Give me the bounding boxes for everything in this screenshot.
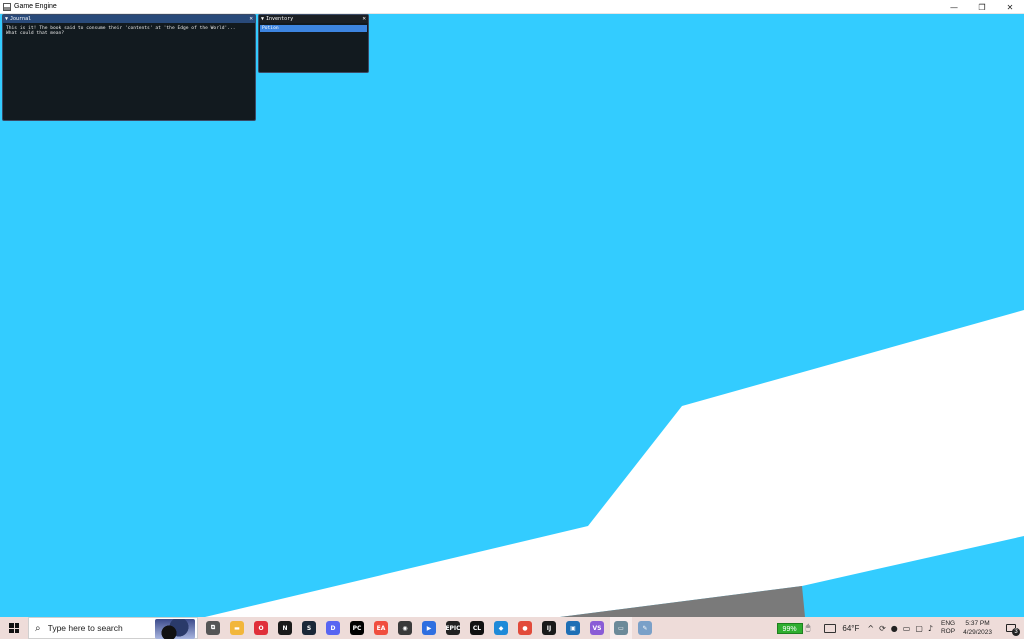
vscode-icon: ◆ — [494, 621, 508, 635]
taskbar-app-button[interactable]: S — [298, 617, 320, 639]
ea-icon: EA — [374, 621, 388, 635]
windows-logo-icon — [9, 623, 19, 633]
search-icon: ⌕ — [35, 622, 41, 634]
notification-count: 3 — [1012, 628, 1020, 636]
taskbar-app-button[interactable]: VS — [586, 617, 608, 639]
taskbar-app-button[interactable]: IJ — [538, 617, 560, 639]
taskbar-app-button[interactable]: ● — [514, 617, 536, 639]
pinned-apps: ⧉ ▬ O N S D PC EA ◉ ▶ EPIC CL ◆ ● IJ ▣ VS ▭ ✎ — [202, 617, 658, 639]
battery-status[interactable]: 99% — [776, 622, 803, 634]
taskbar-app-button[interactable]: N — [274, 617, 296, 639]
inventory-window[interactable]: ▼ Inventory ✕ Potion — [258, 14, 369, 73]
taskbar-app-button[interactable]: EA — [370, 617, 392, 639]
search-highlight-image[interactable] — [155, 619, 195, 639]
pycharm-icon: PC — [350, 621, 364, 635]
taskbar-app-button[interactable]: PC — [346, 617, 368, 639]
start-button[interactable] — [0, 617, 28, 639]
taskbar-app-button[interactable]: ▭ — [610, 617, 632, 639]
inventory-title: Inventory — [266, 16, 294, 22]
chrome-icon: ● — [518, 621, 532, 635]
journal-window[interactable]: ▼ Journal ✕ This is it! The book said to… — [2, 14, 256, 121]
taskbar-app-button[interactable]: ▬ — [226, 617, 248, 639]
taskbar-app-button[interactable]: ▶ — [418, 617, 440, 639]
close-button[interactable]: ✕ — [996, 0, 1024, 14]
taskbar-search[interactable]: ⌕ — [28, 617, 198, 639]
weather-widget[interactable]: 64°F — [824, 623, 860, 633]
paint-icon: ✎ — [638, 621, 652, 635]
clock[interactable]: 5:37 PM 4/29/2023 — [963, 619, 992, 637]
task-view-icon: ⧉ — [206, 621, 220, 635]
window-controls: — ❐ ✕ — [940, 0, 1024, 14]
intellij-icon: IJ — [542, 621, 556, 635]
nvidia-icon: N — [278, 621, 292, 635]
journal-titlebar[interactable]: ▼ Journal ✕ — [3, 15, 255, 23]
taskbar-app-button[interactable]: D — [322, 617, 344, 639]
search-input[interactable] — [47, 623, 148, 633]
taskbar-app-button[interactable]: ✎ — [634, 617, 656, 639]
opera-icon: O — [254, 621, 268, 635]
file-explorer-icon: ▬ — [230, 621, 244, 635]
journal-close-icon[interactable]: ✕ — [249, 15, 253, 23]
network-icon[interactable]: ▢ — [915, 624, 923, 633]
inventory-close-icon[interactable]: ✕ — [362, 15, 366, 23]
weather-icon — [824, 623, 837, 633]
taskbar: ⌕ ⧉ ▬ ONSD PC EA ◉ ▶ EPIC CL ◆ ● IJ ▣ VS ▭ ✎ 99% 🖱 64°F… — [0, 617, 1024, 639]
taskbar-app-button[interactable]: ◉ — [394, 617, 416, 639]
battery-icon[interactable]: ▭ — [903, 624, 911, 633]
temperature: 64°F — [842, 623, 860, 633]
epic-games-icon: EPIC — [445, 621, 461, 635]
obs-icon: ◉ — [398, 621, 412, 635]
discord-icon: D — [326, 621, 340, 635]
volume-icon[interactable]: ♪ — [928, 624, 933, 633]
taskbar-app-button[interactable]: O — [250, 617, 272, 639]
running-app-icon: ▭ — [614, 621, 628, 635]
pen-icon[interactable]: 🖱 — [806, 623, 811, 633]
keyboard-layout: ROP — [940, 628, 956, 635]
notifications-button[interactable]: 3 — [1004, 621, 1020, 636]
game-engine-app-icon: ▣ — [566, 621, 580, 635]
inventory-titlebar[interactable]: ▼ Inventory ✕ — [259, 15, 368, 23]
show-hidden-icons-chevron-icon[interactable]: ^ — [867, 624, 874, 633]
clion-icon: CL — [470, 621, 484, 635]
language-indicator[interactable]: ENG ROP — [941, 620, 955, 636]
inventory-item-potion[interactable]: Potion — [260, 25, 367, 32]
taskbar-app-button[interactable]: ◆ — [490, 617, 512, 639]
visual-studio-icon: VS — [590, 621, 604, 635]
white-ice-shelf — [205, 310, 1024, 617]
microphone-icon[interactable]: ● — [891, 624, 898, 633]
window-title: Game Engine — [14, 3, 57, 10]
sync-icon[interactable]: ⟳ — [879, 624, 886, 633]
journal-title: Journal — [10, 16, 32, 22]
taskbar-app-button[interactable]: ▣ — [562, 617, 584, 639]
taskbar-app-button[interactable]: EPIC — [442, 617, 464, 639]
system-tray: 99% 🖱 64°F ^ ⟳ ● ▭ ▢ ♪ ENG ROP 5:37 PM 4… — [776, 617, 1024, 639]
window-titlebar: Game Engine — ❐ ✕ — [0, 0, 1024, 14]
clock-date: 4/29/2023 — [963, 629, 992, 636]
clock-time: 5:37 PM — [965, 620, 990, 627]
collapse-triangle-icon[interactable]: ▼ — [261, 16, 264, 22]
restore-button[interactable]: ❐ — [968, 0, 996, 14]
bluestacks-icon: ▶ — [422, 621, 436, 635]
taskbar-app-button[interactable]: CL — [466, 617, 488, 639]
journal-text: This is it! The book said to consume the… — [6, 26, 236, 37]
app-window-icon — [3, 2, 11, 11]
taskbar-app-button[interactable]: ⧉ — [202, 617, 224, 639]
steam-icon: S — [302, 621, 316, 635]
language-code: ENG — [940, 620, 956, 627]
minimize-button[interactable]: — — [940, 0, 968, 14]
collapse-triangle-icon[interactable]: ▼ — [5, 16, 8, 22]
